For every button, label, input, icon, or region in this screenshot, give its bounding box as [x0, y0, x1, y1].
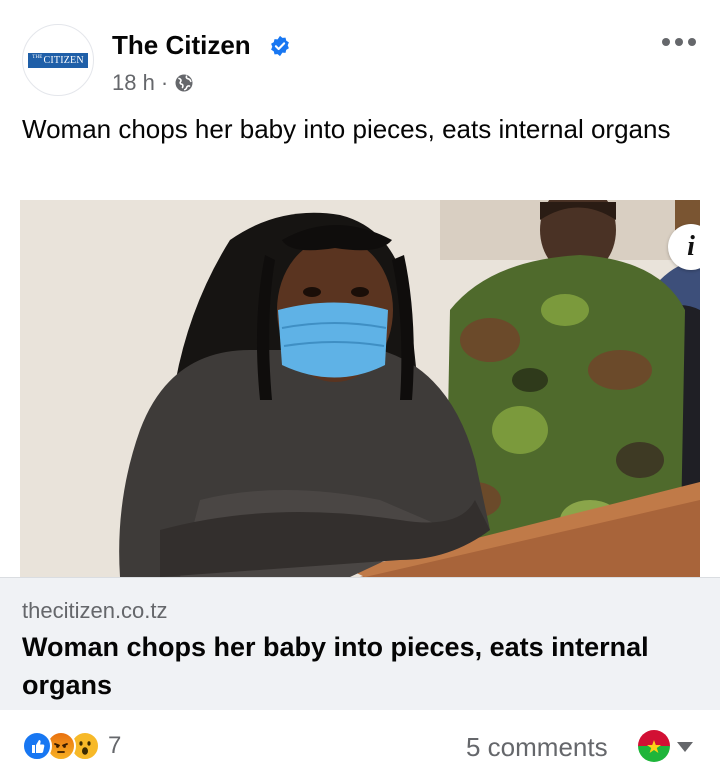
- more-options-icon[interactable]: [662, 32, 698, 52]
- reaction-count: 7: [108, 732, 122, 759]
- article-photo[interactable]: i: [20, 200, 700, 577]
- courtroom-photo-illustration: [20, 200, 700, 577]
- page-avatar[interactable]: THECITIZEN: [22, 24, 94, 96]
- citizen-logo: THECITIZEN: [28, 52, 88, 68]
- like-icon: [22, 731, 52, 761]
- reaction-summary[interactable]: 7: [22, 730, 121, 762]
- link-card-footer[interactable]: thecitizen.co.tz Woman chops her baby in…: [0, 577, 720, 710]
- verified-badge-icon: [271, 35, 289, 57]
- comments-count-link[interactable]: 5 comments: [466, 732, 608, 763]
- chevron-down-icon[interactable]: [677, 742, 693, 752]
- globe-icon: [175, 74, 193, 92]
- link-domain: thecitizen.co.tz: [22, 598, 168, 623]
- page-name[interactable]: The Citizen: [112, 30, 251, 61]
- link-preview-card[interactable]: i thecitizen.co.tz Woman chops her baby …: [0, 200, 720, 710]
- meta-separator: ·: [160, 70, 169, 95]
- link-title[interactable]: Woman chops her baby into pieces, eats i…: [22, 628, 692, 704]
- post-timestamp[interactable]: 18 h: [112, 70, 155, 96]
- flag-avatar-icon[interactable]: [638, 730, 670, 762]
- post-caption: Woman chops her baby into pieces, eats i…: [22, 114, 671, 144]
- facebook-post: THECITIZEN The Citizen 18 h · Woman chop…: [0, 0, 720, 776]
- post-meta: 18 h ·: [112, 70, 194, 96]
